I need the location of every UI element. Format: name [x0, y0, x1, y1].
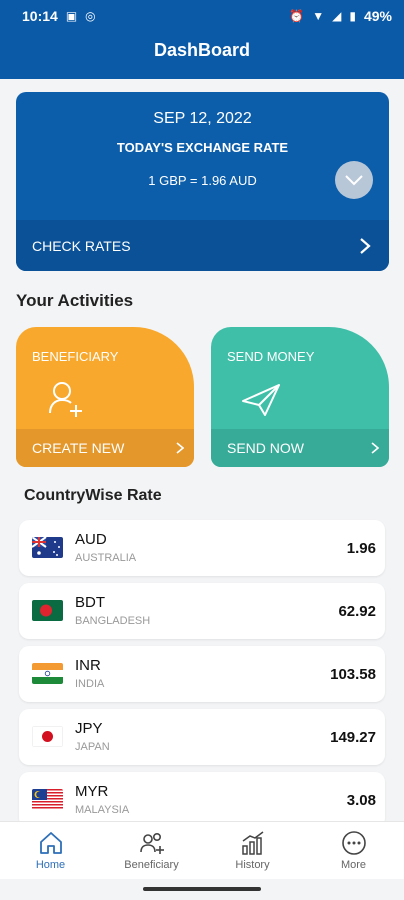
nav-more-label: More	[340, 859, 367, 871]
send-money-title: SEND MONEY	[227, 349, 315, 364]
beneficiary-title: BENEFICIARY	[32, 349, 119, 364]
nav-home[interactable]: Home	[0, 822, 101, 879]
nav-beneficiary[interactable]: Beneficiary	[101, 822, 202, 879]
wifi-icon: ▼	[312, 9, 325, 23]
status-time: 10:14	[22, 8, 58, 24]
japan-flag-icon	[32, 726, 63, 747]
send-now-button[interactable]: SEND NOW	[211, 429, 389, 467]
list-item[interactable]: BDT BANGLADESH 62.92	[19, 583, 385, 639]
photo-icon: ▣	[65, 9, 78, 23]
send-now-label: SEND NOW	[227, 440, 304, 456]
list-item[interactable]: JPY JAPAN 149.27	[19, 709, 385, 765]
malaysia-flag-icon	[32, 789, 63, 810]
status-bar: 10:14 ▣ ◎ ⏰ ▼ ◢ ▮ 49%	[0, 0, 404, 32]
country-name: AUSTRALIA	[75, 552, 137, 564]
send-money-tile[interactable]: SEND MONEY SEND NOW	[211, 327, 389, 467]
bangladesh-flag-icon	[32, 600, 63, 621]
expand-rate-button[interactable]	[335, 161, 373, 199]
top-app-bar: 10:14 ▣ ◎ ⏰ ▼ ◢ ▮ 49% DashBoard	[0, 0, 404, 79]
gesture-handle[interactable]	[143, 887, 261, 891]
nav-beneficiary-label: Beneficiary	[124, 859, 179, 871]
australia-flag-icon	[32, 537, 63, 558]
more-icon	[341, 831, 366, 855]
nav-more[interactable]: More	[303, 822, 404, 879]
currency-code: AUD	[75, 531, 107, 548]
activities-title: Your Activities	[16, 291, 134, 310]
country-name: JAPAN	[75, 741, 110, 753]
list-item[interactable]: AUD AUSTRALIA 1.96	[19, 520, 385, 576]
country-name: BANGLADESH	[75, 615, 151, 627]
rate-value: 149.27	[330, 729, 376, 746]
chevron-right-icon	[371, 442, 379, 454]
list-item[interactable]: MYR MALAYSIA 3.08	[19, 772, 385, 828]
gesture-area	[0, 879, 404, 900]
nav-home-label: Home	[35, 859, 66, 871]
country-name: INDIA	[75, 678, 105, 690]
sync-icon: ◎	[85, 9, 96, 23]
create-new-button[interactable]: CREATE NEW	[16, 429, 194, 467]
country-name: MALAYSIA	[75, 804, 130, 816]
currency-code: JPY	[75, 720, 103, 737]
home-icon	[39, 832, 62, 854]
beneficiary-tile[interactable]: BENEFICIARY CREATE NEW	[16, 327, 194, 467]
countrywise-title: CountryWise Rate	[24, 487, 162, 504]
rate-value: 1.96	[346, 540, 376, 557]
check-rates-button[interactable]: CHECK RATES	[16, 220, 389, 271]
currency-code: MYR	[75, 783, 109, 800]
signal-icon: ◢	[332, 9, 342, 23]
create-new-label: CREATE NEW	[32, 440, 125, 456]
currency-code: BDT	[75, 594, 105, 611]
alarm-icon: ⏰	[289, 9, 305, 23]
nav-history[interactable]: History	[202, 822, 303, 879]
currency-code: INR	[75, 657, 101, 674]
battery-percent: 49%	[363, 8, 392, 24]
rate-value: 1 GBP = 1.96 AUD	[148, 173, 257, 188]
rate-value: 3.08	[346, 792, 376, 809]
chevron-right-icon	[176, 442, 184, 454]
rate-value: 62.92	[338, 603, 376, 620]
india-flag-icon	[32, 663, 63, 684]
rate-subtitle: TODAY'S EXCHANGE RATE	[116, 140, 289, 155]
rate-date: SEP 12, 2022	[153, 110, 252, 127]
nav-history-label: History	[235, 859, 270, 871]
bottom-navigation: Home Beneficiary History More	[0, 821, 404, 879]
page-title: DashBoard	[153, 40, 251, 60]
exchange-rate-card: SEP 12, 2022 TODAY'S EXCHANGE RATE 1 GBP…	[16, 92, 389, 271]
chevron-down-icon	[345, 175, 363, 186]
paper-plane-icon	[242, 384, 280, 416]
check-rates-label: CHECK RATES	[32, 237, 131, 254]
rate-value: 103.58	[330, 666, 376, 683]
history-icon	[241, 831, 263, 855]
chevron-right-icon	[360, 237, 371, 254]
list-item[interactable]: INR INDIA 103.58	[19, 646, 385, 702]
battery-icon: ▮	[349, 9, 356, 23]
add-user-icon	[49, 382, 82, 417]
beneficiary-icon	[139, 833, 164, 854]
